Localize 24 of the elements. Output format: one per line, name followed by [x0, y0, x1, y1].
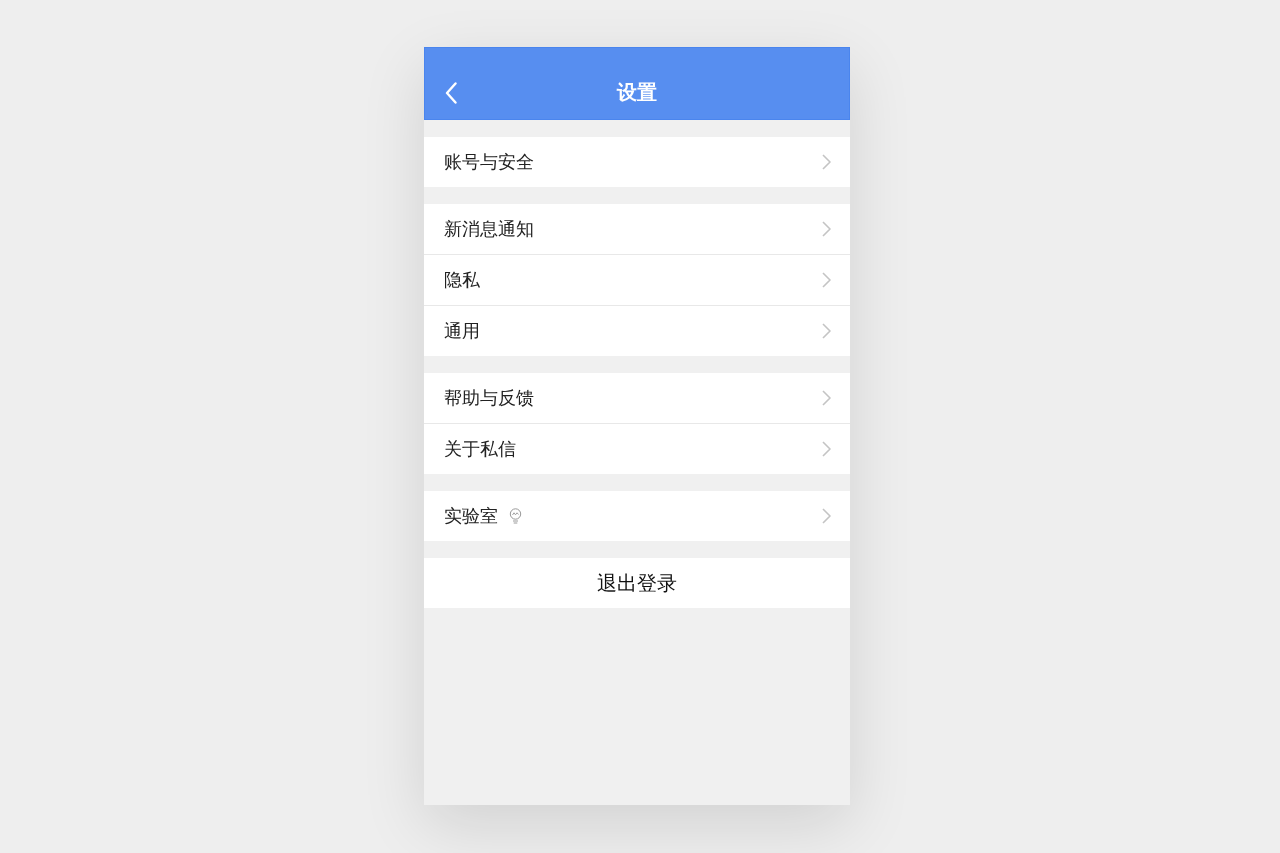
settings-row[interactable]: 隐私: [424, 254, 850, 305]
chevron-right-icon: [822, 221, 831, 237]
settings-row[interactable]: 帮助与反馈: [424, 373, 850, 423]
screen-title: 设置: [617, 79, 657, 106]
row-label: 新消息通知: [444, 217, 534, 241]
chevron-right-icon: [822, 154, 831, 170]
lightbulb-icon: [509, 508, 522, 524]
settings-row[interactable]: 通用: [424, 305, 850, 356]
row-label: 账号与安全: [444, 150, 534, 174]
row-label: 通用: [444, 319, 480, 343]
settings-row[interactable]: 关于私信: [424, 423, 850, 474]
chevron-right-icon: [822, 323, 831, 339]
chevron-right-icon: [822, 272, 831, 288]
back-chevron-icon: [445, 82, 457, 104]
row-label: 帮助与反馈: [444, 386, 534, 410]
row-label: 实验室: [444, 504, 498, 528]
row-label: 关于私信: [444, 437, 516, 461]
chevron-right-icon: [822, 508, 831, 524]
row-label: 隐私: [444, 268, 480, 292]
settings-row[interactable]: 账号与安全: [424, 137, 850, 187]
settings-row[interactable]: 新消息通知: [424, 204, 850, 254]
chevron-right-icon: [822, 441, 831, 457]
settings-row[interactable]: 实验室: [424, 491, 850, 541]
chevron-right-icon: [822, 390, 831, 406]
